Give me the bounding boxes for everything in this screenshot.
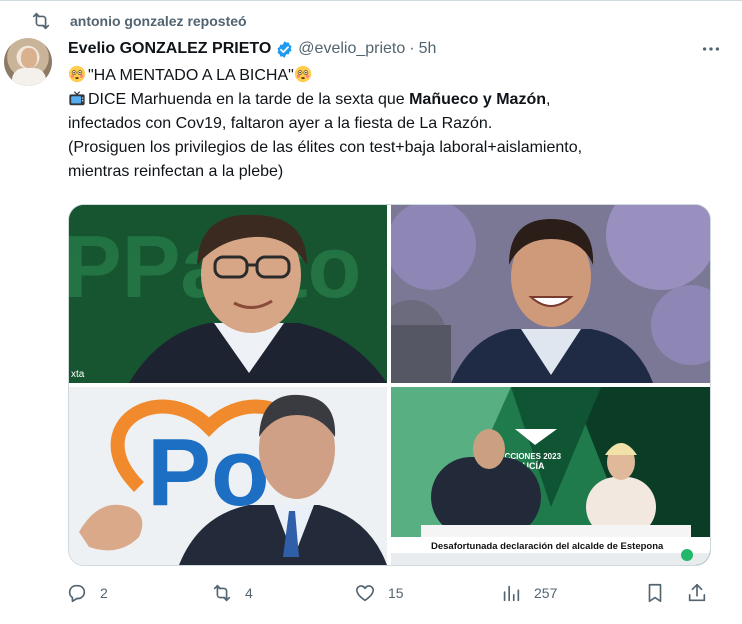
photo-mazon[interactable]: [391, 205, 710, 383]
tweet-text-punct: ,: [546, 91, 551, 108]
photo-4-illustration: ELECCIONES 2023 ANDALUCÍA Desafortunada …: [391, 387, 710, 565]
repost-button[interactable]: 4: [211, 580, 253, 606]
flushed-face-emoji-icon: [294, 65, 311, 83]
repost-text[interactable]: antonio gonzalez reposteó: [70, 13, 247, 29]
photo-2-illustration: [391, 205, 710, 383]
heart-icon: [355, 585, 375, 602]
share-icon: [688, 583, 706, 602]
tweet-line-1: "HA MENTADO A LA BICHA": [68, 64, 718, 88]
action-bar: 2 4 15 257: [66, 580, 716, 606]
views-count: 257: [534, 585, 558, 601]
verified-badge-icon: [277, 40, 292, 58]
tweet-bold-names: Mañueco y Mazón: [409, 91, 546, 108]
more-options-icon[interactable]: [700, 38, 722, 60]
avatar-shirt: [12, 68, 46, 86]
photo-4-banner-text: Desafortunada declaración del alcalde de…: [431, 541, 664, 552]
reply-icon: [68, 584, 86, 603]
repost-icon: [32, 12, 50, 30]
flushed-face-emoji-icon: [68, 65, 86, 83]
avatar-face: [21, 48, 37, 68]
avatar[interactable]: [4, 38, 52, 86]
tweet-line-5: mientras reinfectan a la plebe): [68, 163, 284, 180]
tweet-text-segment: DICE Marhuenda en la tarde de la sexta q…: [88, 91, 410, 108]
repost-count: 4: [245, 585, 253, 601]
photo-3-illustration: Po: [69, 387, 387, 565]
reply-count: 2: [100, 585, 108, 601]
like-count: 15: [388, 585, 404, 601]
bookmark-button[interactable]: [644, 580, 678, 606]
views-button[interactable]: 257: [500, 580, 557, 606]
timestamp[interactable]: 5h: [419, 40, 437, 58]
photo-1-illustration: PPacto xta: [69, 205, 387, 383]
author-name[interactable]: Evelio GONZALEZ PRIETO: [68, 40, 271, 58]
bookmark-icon: [648, 583, 662, 603]
repost-context[interactable]: antonio gonzalez reposteó: [30, 10, 247, 32]
author-handle[interactable]: @evelio_prieto: [298, 40, 405, 58]
like-button[interactable]: 15: [354, 580, 404, 606]
tweet-text: "HA MENTADO A LA BICHA" DICE Marhuenda e…: [68, 64, 718, 184]
photo-tv-program[interactable]: ELECCIONES 2023 ANDALUCÍA Desafortunada …: [391, 387, 710, 565]
reply-button[interactable]: 2: [66, 580, 108, 606]
tweet-line-3: infectados con Cov19, faltaron ayer a la…: [68, 115, 493, 132]
repost-icon: [213, 584, 231, 602]
tweet-line-4: (Prosiguen los privilegios de las élites…: [68, 139, 583, 156]
share-button[interactable]: [686, 580, 720, 606]
views-chart-icon: [503, 585, 520, 602]
media-grid: PPacto xta: [68, 204, 711, 566]
separator-dot: ·: [409, 40, 415, 57]
tweet-headline: "HA MENTADO A LA BICHA": [88, 67, 294, 84]
tweet-line-2: DICE Marhuenda en la tarde de la sexta q…: [68, 88, 718, 112]
television-emoji-icon: [69, 91, 85, 106]
photo-marhuenda[interactable]: PPacto xta: [69, 205, 387, 383]
top-divider: [0, 0, 742, 1]
photo-manueco[interactable]: Po: [69, 387, 387, 565]
photo-1-caption: xta: [71, 369, 85, 380]
tweet-header: Evelio GONZALEZ PRIETO @evelio_prieto · …: [68, 38, 722, 60]
